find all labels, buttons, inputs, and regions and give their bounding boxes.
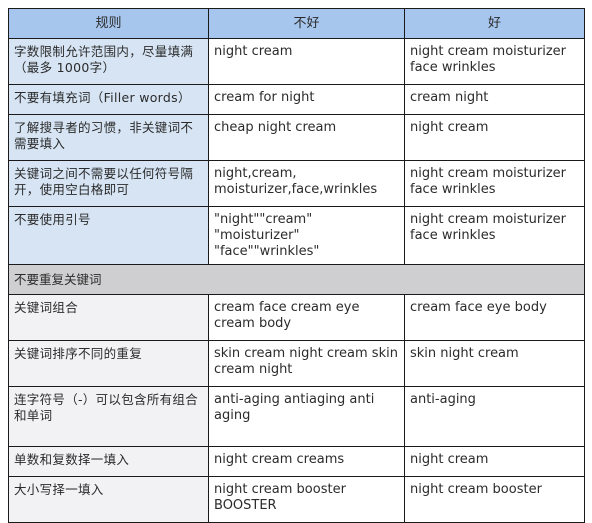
bad-example-cell: cream face cream eye cream body bbox=[208, 294, 405, 341]
good-example-cell: night cream moisturizer face wrinkles bbox=[404, 206, 585, 265]
table-row: 大小写择一填入 night cream booster BOOSTER nigh… bbox=[8, 476, 585, 523]
rule-cell: 关键词排序不同的重复 bbox=[8, 340, 209, 387]
good-example-cell: night cream bbox=[404, 114, 585, 161]
good-example-cell: cream night bbox=[404, 84, 585, 115]
table-row: 不要有填充词（Filler words） cream for night cre… bbox=[8, 84, 585, 115]
good-example-cell: night cream bbox=[404, 446, 585, 477]
rule-cell: 连字符号（-）可以包含所有组合和单词 bbox=[8, 386, 209, 447]
bad-example-cell: anti-aging antiaging anti aging bbox=[208, 386, 405, 447]
table-row: 关键词组合 cream face cream eye cream body cr… bbox=[8, 294, 585, 341]
bad-example-cell: night,cream, moisturizer,face,wrinkles bbox=[208, 160, 405, 207]
table-row: 字数限制允许范围内，尽量填满（最多 1000字） night cream nig… bbox=[8, 38, 585, 85]
good-example-cell: skin night cream bbox=[404, 340, 585, 387]
bad-example-cell: night cream creams bbox=[208, 446, 405, 477]
rule-cell: 单数和复数择一填入 bbox=[8, 446, 209, 477]
bad-example-cell: "night""cream" "moisturizer" "face""wrin… bbox=[208, 206, 405, 265]
good-example-cell: night cream moisturizer face wrinkles bbox=[404, 38, 585, 85]
table-row: 关键词之间不需要以任何符号隔开，使用空白格即可 night,cream, moi… bbox=[8, 160, 585, 207]
bad-example-cell: cheap night cream bbox=[208, 114, 405, 161]
rule-cell: 字数限制允许范围内，尽量填满（最多 1000字） bbox=[8, 38, 209, 85]
section-header-row: 不要重复关键词 bbox=[8, 264, 585, 295]
table-row: 连字符号（-）可以包含所有组合和单词 anti-aging antiaging … bbox=[8, 386, 585, 447]
rule-cell: 了解搜寻者的习惯，非关键词不需要填入 bbox=[8, 114, 209, 161]
good-example-cell: night cream booster bbox=[404, 476, 585, 523]
header-good: 好 bbox=[404, 8, 585, 39]
rule-cell: 大小写择一填入 bbox=[8, 476, 209, 523]
table-header-row: 规则 不好 好 bbox=[8, 8, 585, 39]
keyword-rules-table: 规则 不好 好 字数限制允许范围内，尽量填满（最多 1000字） night c… bbox=[8, 8, 585, 523]
table-row: 了解搜寻者的习惯，非关键词不需要填入 cheap night cream nig… bbox=[8, 114, 585, 161]
rule-cell: 关键词之间不需要以任何符号隔开，使用空白格即可 bbox=[8, 160, 209, 207]
good-example-cell: anti-aging bbox=[404, 386, 585, 447]
header-bad: 不好 bbox=[208, 8, 405, 39]
rule-cell: 关键词组合 bbox=[8, 294, 209, 341]
table-row: 单数和复数择一填入 night cream creams night cream bbox=[8, 446, 585, 477]
bad-example-cell: night cream bbox=[208, 38, 405, 85]
bad-example-cell: skin cream night cream skin cream night bbox=[208, 340, 405, 387]
table-row: 关键词排序不同的重复 skin cream night cream skin c… bbox=[8, 340, 585, 387]
header-rule: 规则 bbox=[8, 8, 209, 39]
bad-example-cell: night cream booster BOOSTER bbox=[208, 476, 405, 523]
good-example-cell: cream face eye body bbox=[404, 294, 585, 341]
rule-cell: 不要有填充词（Filler words） bbox=[8, 84, 209, 115]
bad-example-cell: cream for night bbox=[208, 84, 405, 115]
good-example-cell: night cream moisturizer face wrinkles bbox=[404, 160, 585, 207]
section-title: 不要重复关键词 bbox=[8, 264, 585, 295]
rule-cell: 不要使用引号 bbox=[8, 206, 209, 265]
table-row: 不要使用引号 "night""cream" "moisturizer" "fac… bbox=[8, 206, 585, 265]
